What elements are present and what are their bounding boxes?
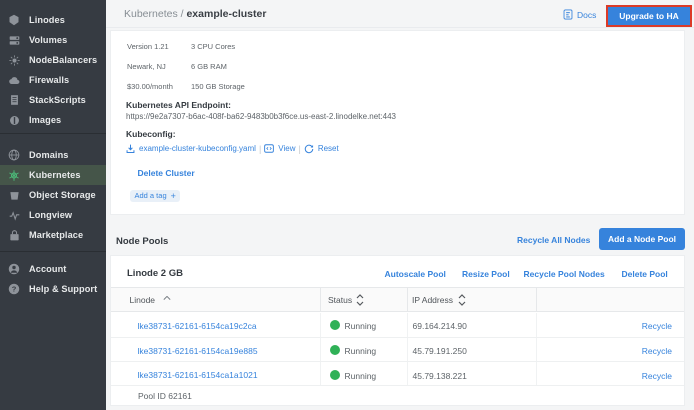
svg-text:?: ? — [12, 285, 17, 294]
